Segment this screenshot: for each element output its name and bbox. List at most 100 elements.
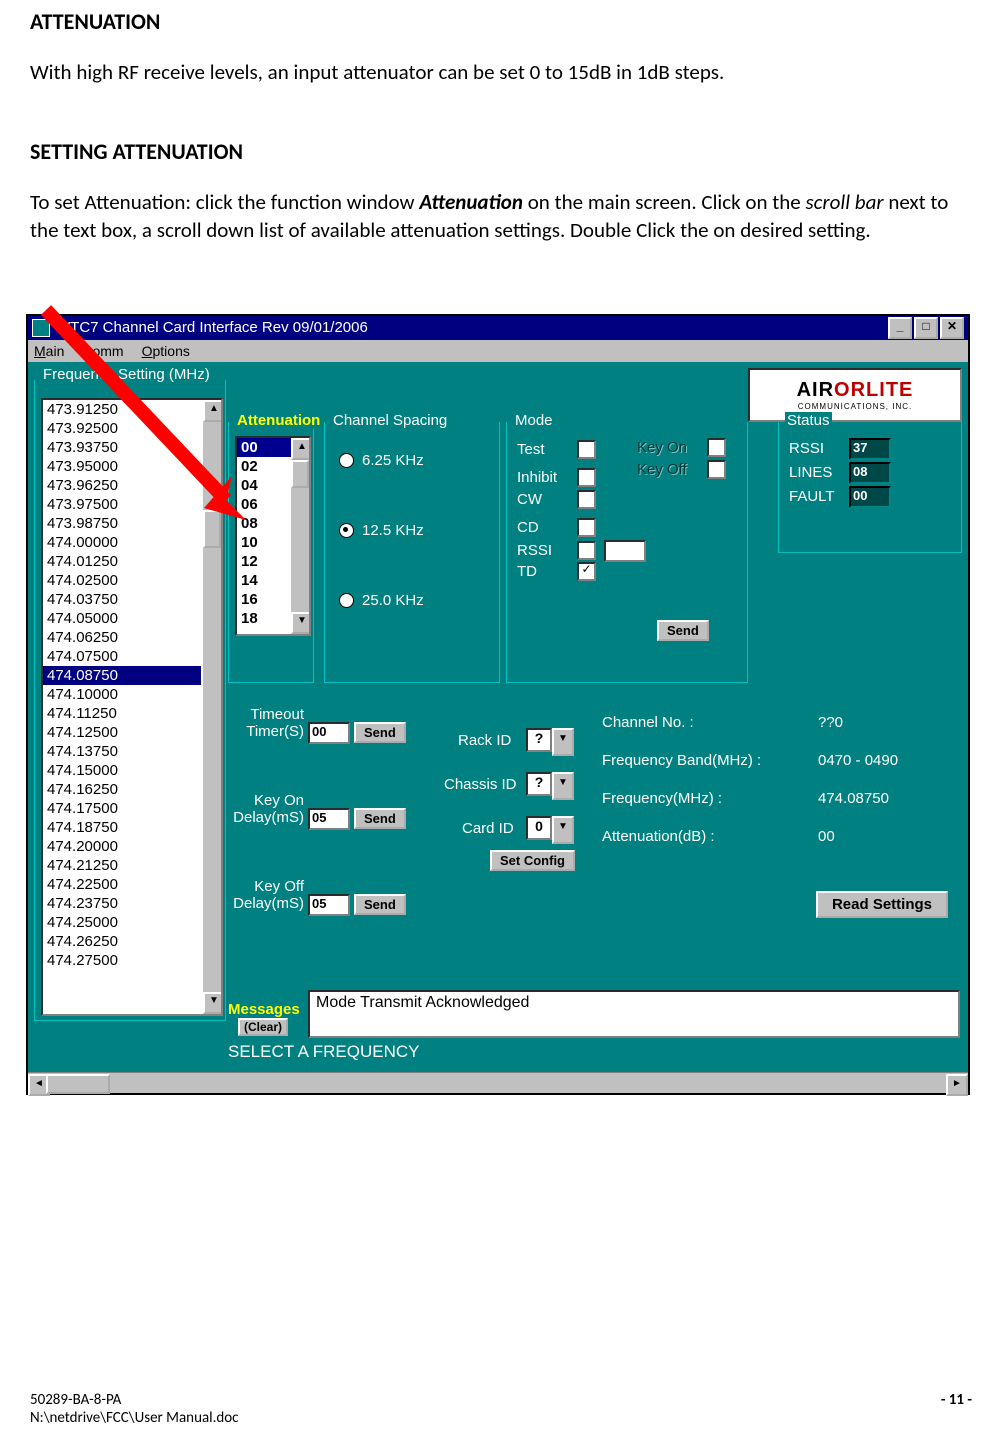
messages-label: Messages — [228, 1001, 300, 1018]
mode-rssi-row: RSSI 0 — [517, 540, 646, 562]
radio-icon — [339, 593, 354, 608]
checkbox-keyon[interactable] — [707, 438, 726, 457]
scroll-up-button[interactable]: ▲ — [291, 438, 311, 460]
attenuation-listbox[interactable]: 00020406081012141618 ▲ ▼ — [235, 436, 311, 636]
group-channel-spacing: Channel Spacing 6.25 KHz 12.5 KHz 25.0 K… — [324, 422, 500, 683]
info-freq-label: Frequency(MHz) : — [602, 790, 722, 807]
list-item[interactable]: 474.13750 — [43, 742, 201, 761]
chevron-down-icon[interactable]: ▼ — [552, 816, 574, 844]
list-item[interactable]: 474.20000 — [43, 837, 201, 856]
menu-options[interactable]: Options — [142, 343, 190, 359]
scroll-thumb[interactable] — [46, 1074, 110, 1094]
list-item[interactable]: 474.23750 — [43, 894, 201, 913]
checkbox-rssi[interactable] — [577, 541, 596, 560]
menubar: Main Comm Options — [28, 340, 968, 362]
scroll-up-button[interactable]: ▲ — [203, 400, 223, 422]
list-item[interactable]: 473.92500 — [43, 419, 201, 438]
checkbox-keyoff[interactable] — [707, 460, 726, 479]
list-item[interactable]: 474.18750 — [43, 818, 201, 837]
list-item[interactable]: 474.10000 — [43, 685, 201, 704]
timeout-send-button[interactable]: Send — [354, 722, 406, 743]
list-item[interactable]: 474.27500 — [43, 951, 201, 970]
status-fault-value: 00 — [849, 486, 891, 508]
list-item[interactable]: 474.01250 — [43, 552, 201, 571]
label-disabled: Key On — [637, 439, 707, 456]
maximize-button[interactable]: □ — [914, 317, 938, 339]
checkbox-cd[interactable] — [577, 518, 596, 537]
minimize-button[interactable]: _ — [888, 317, 912, 339]
list-item[interactable]: 474.21250 — [43, 856, 201, 875]
close-button[interactable]: ✕ — [940, 317, 964, 339]
clear-button[interactable]: (Clear) — [238, 1018, 288, 1036]
chevron-down-icon[interactable]: ▼ — [552, 772, 574, 800]
footer-doc-id: 50289-BA-8-PA — [30, 1391, 239, 1409]
scroll-down-button[interactable]: ▼ — [291, 612, 311, 634]
checkbox-test[interactable] — [577, 440, 596, 459]
scrollbar-vertical[interactable]: ▲ ▼ — [203, 400, 221, 1014]
keyoff-label: Key OffDelay(mS) — [222, 878, 304, 912]
chassis-id-label: Chassis ID — [444, 776, 517, 793]
list-item[interactable]: 474.12500 — [43, 723, 201, 742]
timeout-input[interactable]: 00 — [308, 722, 350, 744]
radio-12-5khz[interactable]: 12.5 KHz — [339, 522, 424, 539]
label: Inhibit — [517, 469, 577, 486]
rssi-value-input[interactable]: 0 — [604, 540, 646, 562]
list-item[interactable]: 474.05000 — [43, 609, 201, 628]
info-channel-label: Channel No. : — [602, 714, 694, 731]
set-config-button[interactable]: Set Config — [490, 850, 575, 871]
scroll-down-button[interactable]: ▼ — [203, 992, 223, 1014]
list-item[interactable]: 473.91250 — [43, 400, 201, 419]
list-item[interactable]: 474.08750 — [43, 666, 201, 685]
checkbox-td[interactable]: ✓ — [577, 562, 596, 581]
list-item[interactable]: 474.22500 — [43, 875, 201, 894]
list-item[interactable]: 473.98750 — [43, 514, 201, 533]
list-item[interactable]: 474.02500 — [43, 571, 201, 590]
keyoff-send-button[interactable]: Send — [354, 894, 406, 915]
list-item[interactable]: 473.96250 — [43, 476, 201, 495]
group-label: Channel Spacing — [331, 412, 449, 429]
scrollbar-horizontal[interactable]: ◄ ► — [28, 1072, 968, 1093]
checkbox-cw[interactable] — [577, 490, 596, 509]
list-item[interactable]: 473.95000 — [43, 457, 201, 476]
text-italic: scroll bar — [806, 189, 884, 215]
dropdown-value: 0 — [526, 816, 552, 840]
list-item[interactable]: 474.26250 — [43, 932, 201, 951]
keyon-send-button[interactable]: Send — [354, 808, 406, 829]
list-item[interactable]: 474.00000 — [43, 533, 201, 552]
read-settings-button[interactable]: Read Settings — [816, 891, 948, 918]
scrollbar-vertical[interactable]: ▲ ▼ — [291, 438, 309, 634]
list-item[interactable]: 474.06250 — [43, 628, 201, 647]
rack-id-label: Rack ID — [458, 732, 511, 749]
menu-comm[interactable]: Comm — [82, 343, 123, 359]
scroll-thumb[interactable] — [203, 510, 221, 548]
scroll-right-button[interactable]: ► — [946, 1074, 968, 1096]
list-item[interactable]: 474.25000 — [43, 913, 201, 932]
radio-25-0khz[interactable]: 25.0 KHz — [339, 592, 424, 609]
list-item[interactable]: 474.16250 — [43, 780, 201, 799]
mode-send-button[interactable]: Send — [657, 620, 709, 641]
list-item[interactable]: 474.11250 — [43, 704, 201, 723]
label-disabled: Key Off — [637, 461, 707, 478]
radio-6-25khz[interactable]: 6.25 KHz — [339, 452, 424, 469]
page-footer: 50289-BA-8-PA N:\netdrive\FCC\User Manua… — [30, 1391, 972, 1427]
footer-page-number: - 11 - — [941, 1391, 972, 1427]
logo-subtext: COMMUNICATIONS, INC. — [798, 402, 913, 411]
keyon-input[interactable]: 05 — [308, 808, 350, 830]
keyoff-input[interactable]: 05 — [308, 894, 350, 916]
logo-text: ORLITE — [834, 379, 913, 401]
chevron-down-icon[interactable]: ▼ — [552, 728, 574, 756]
checkbox-inhibit[interactable] — [577, 468, 596, 487]
rack-id-dropdown[interactable]: ?▼ — [526, 728, 574, 756]
scroll-thumb[interactable] — [291, 460, 309, 488]
frequency-listbox[interactable]: 473.91250473.92500473.93750473.95000473.… — [41, 398, 223, 1016]
list-item[interactable]: 473.97500 — [43, 495, 201, 514]
app-body: AIRORLITE COMMUNICATIONS, INC. Frequency… — [28, 362, 968, 1072]
chassis-id-dropdown[interactable]: ?▼ — [526, 772, 574, 800]
list-item[interactable]: 474.03750 — [43, 590, 201, 609]
list-item[interactable]: 474.07500 — [43, 647, 201, 666]
list-item[interactable]: 474.17500 — [43, 799, 201, 818]
menu-main[interactable]: Main — [34, 343, 64, 359]
card-id-dropdown[interactable]: 0▼ — [526, 816, 574, 844]
list-item[interactable]: 473.93750 — [43, 438, 201, 457]
list-item[interactable]: 474.15000 — [43, 761, 201, 780]
